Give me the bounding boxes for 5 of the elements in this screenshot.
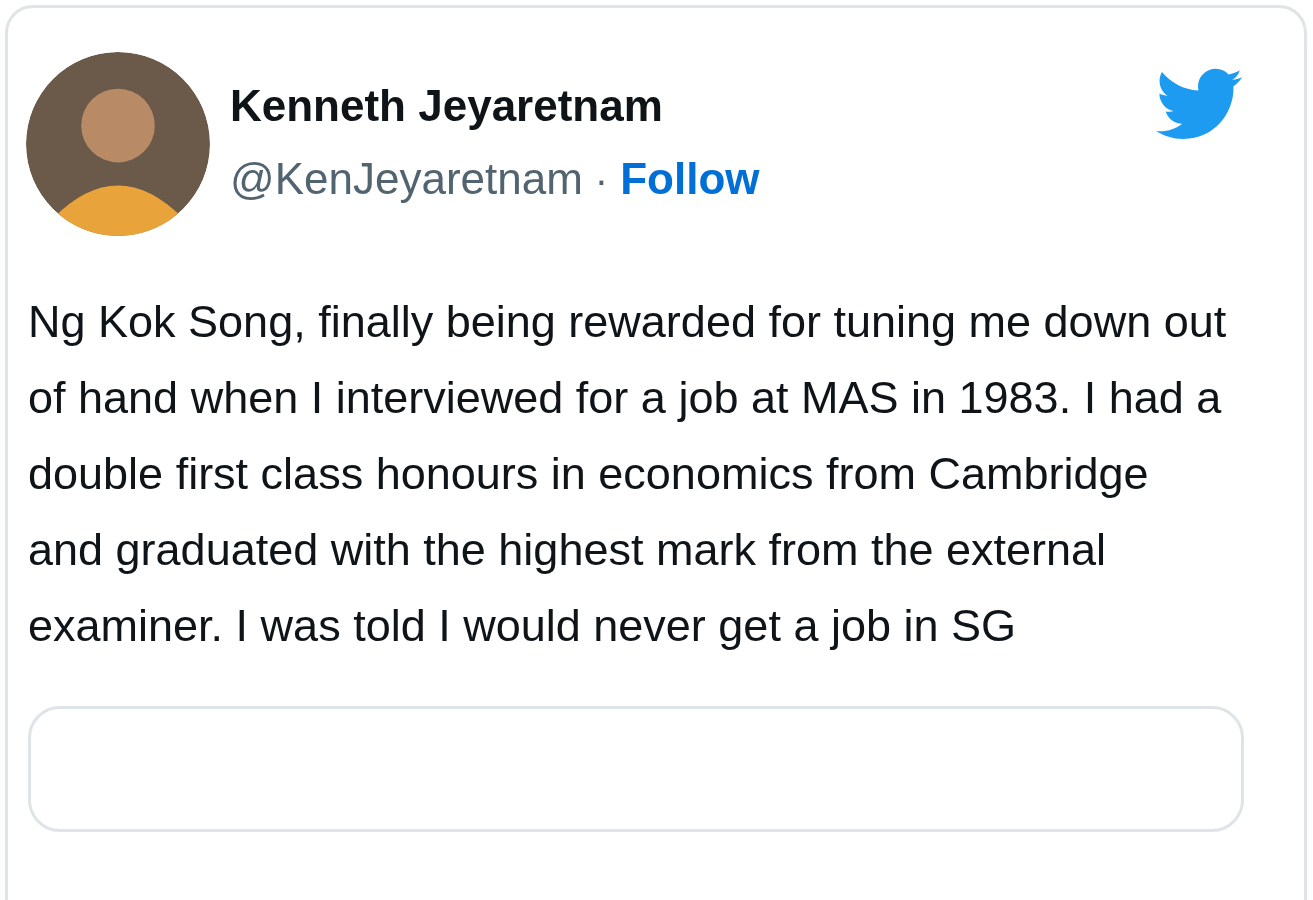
author-name: Kenneth Jeyaretnam	[230, 80, 664, 132]
tweet-text: Ng Kok Song, finally being rewarded for tuning me down out of hand when I interviewed for a job at MAS in 1983. I had a double first class honours in economics from Cambridge and graduated with the highest mark from the external examiner. I was told I would never get a job in SG	[28, 295, 1228, 653]
follow-link[interactable]: Follow	[620, 154, 760, 204]
separator: ·	[594, 158, 609, 203]
author-handle: @KenJeyaretnam	[230, 154, 583, 204]
